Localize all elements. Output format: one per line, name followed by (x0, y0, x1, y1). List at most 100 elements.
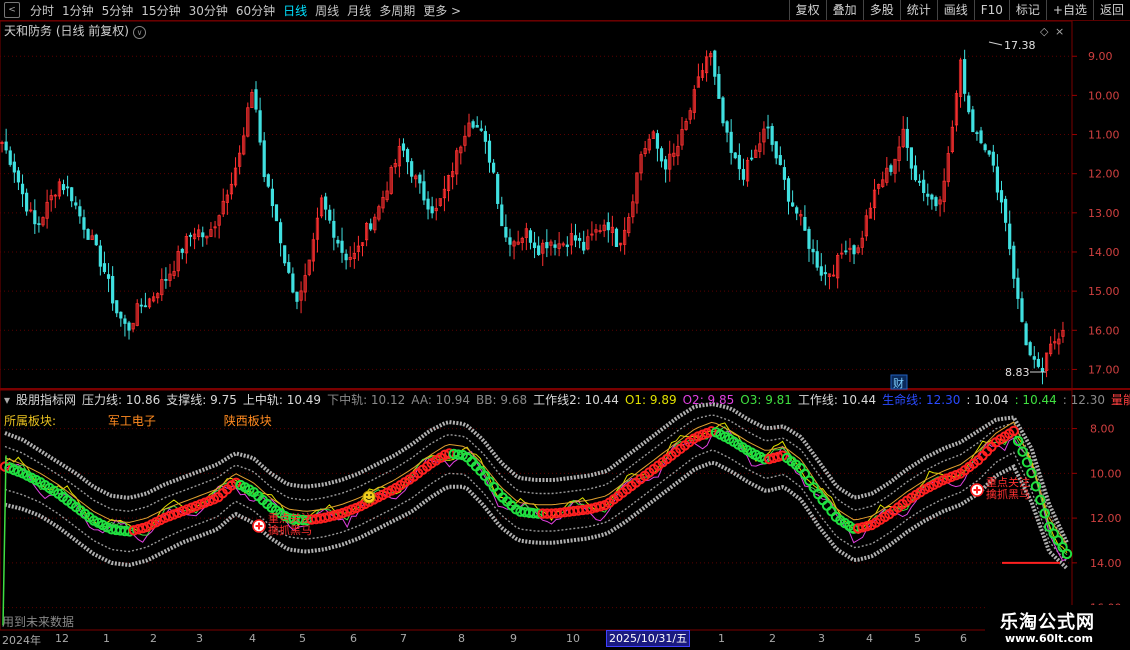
candle-body (369, 223, 373, 230)
candle-body (717, 73, 721, 99)
candle-body (528, 230, 533, 243)
indicator-tick-label: 12.00 (1090, 512, 1122, 525)
candle-body (1004, 198, 1008, 223)
report-event-tag: 财 (893, 376, 904, 390)
brand-url: www.60lt.com (1005, 632, 1094, 645)
candle-body (565, 244, 569, 247)
candle-body (655, 133, 660, 149)
candle-body (4, 141, 8, 151)
candle-body (496, 174, 500, 204)
candle-body (123, 318, 127, 324)
indicator-name[interactable]: 股朋指标网 (16, 393, 76, 407)
sector-shaanxi[interactable]: 陕西板块 (224, 414, 272, 428)
candle-body (410, 161, 414, 177)
date-label: 6 (350, 632, 357, 645)
price-tick-label: 17.00 (1088, 363, 1120, 376)
candle-body (987, 150, 991, 155)
candle-body (291, 273, 295, 293)
indicator-lines (0, 402, 1073, 626)
candle-body (344, 253, 348, 261)
date-label: 2 (150, 632, 157, 645)
candle-body (917, 180, 922, 183)
candle-body (70, 187, 74, 202)
dropdown-arrow-icon[interactable]: ▾ (4, 393, 10, 407)
signal-label: 擒抓黑马 (268, 523, 312, 537)
candle-body (274, 204, 279, 222)
indicator-value-3: 下中轨: 10.12 (327, 393, 406, 407)
candle-body (913, 165, 918, 181)
candle-body (283, 245, 287, 264)
price-y-axis: 17.00 16.00 15.00 14.00 13.00 12.00 11.00 10.00… (1072, 50, 1120, 376)
date-label: 1 (718, 632, 725, 645)
low-marker: 8.83 (1005, 366, 1046, 379)
candle-body (508, 237, 512, 245)
date-label: 1 (103, 632, 110, 645)
smiley-icon (362, 490, 376, 504)
chart-canvas[interactable]: 17.00 16.00 15.00 14.00 13.00 12.00 11.00 10.00… (0, 0, 1130, 650)
work-line-marker (1061, 548, 1073, 560)
price-candles (0, 49, 1065, 385)
candle-body (967, 95, 971, 113)
candle-body (545, 242, 549, 249)
candle-body (819, 266, 823, 276)
candle-body (119, 311, 123, 319)
candle-body (1040, 367, 1045, 372)
chevron-down-icon[interactable]: ∨ (133, 26, 146, 39)
date-axis: 2024年 12 1 2 3 4 5 6 7 8 9 10 1 2 3 4 5 6 2025/10/31/五 (0, 630, 1072, 647)
date-label: 8 (458, 632, 465, 645)
candle-body (33, 210, 37, 225)
report-event-marker[interactable]: 财 (890, 374, 908, 390)
candle-body (483, 131, 487, 142)
signal-label: 重点关注 (986, 475, 1030, 489)
candle-body (713, 50, 717, 77)
date-label: 12 (55, 632, 69, 645)
signal-label: 重点关注 (268, 511, 312, 525)
indicator-value-12: : 10.04 (966, 393, 1009, 407)
candle-body (537, 245, 541, 256)
candle-body (98, 245, 102, 267)
panel-control-icons: ◇ × (1040, 25, 1064, 38)
indicator-value-0: 压力线: 10.86 (82, 393, 161, 407)
candle-body (934, 197, 938, 207)
candle-body (991, 151, 995, 166)
candle-body (201, 232, 205, 238)
candle-body (8, 150, 12, 165)
candle-body (909, 147, 913, 169)
date-label: 5 (914, 632, 921, 645)
candle-body (782, 167, 787, 180)
indicator-value-4: AA: 10.94 (411, 393, 471, 407)
candle-body (74, 202, 78, 206)
candle-body (1036, 358, 1040, 367)
watermark-brand: 乐淘公式网 www.60lt.com (985, 605, 1130, 650)
indicator-values: 压力线: 10.86 支撑线: 9.75 上中轨: 10.49 下中轨: 10.12 A… (82, 393, 1130, 407)
date-label: 4 (249, 632, 256, 645)
candle-body (725, 121, 729, 133)
price-panel-frame (0, 20, 1073, 390)
indicator-tick-label: 14.00 (1090, 557, 1122, 570)
sector-military[interactable]: 军工电子 (108, 414, 156, 428)
candle-body (922, 179, 926, 193)
candle-body (422, 181, 426, 201)
indicator-value-2: 上中轨: 10.49 (242, 393, 322, 407)
candle-body (844, 250, 848, 253)
candle-body (573, 235, 578, 241)
date-label: 10 (566, 632, 580, 645)
price-tick-label: 12.00 (1088, 168, 1120, 181)
candle-body (811, 248, 815, 253)
price-tick-label: 15.00 (1088, 285, 1120, 298)
candle-body (770, 126, 774, 145)
candle-body (823, 272, 827, 275)
candle-body (905, 128, 909, 148)
diamond-icon[interactable]: ◇ (1040, 25, 1049, 38)
candle-body (82, 217, 86, 230)
candle-body (262, 140, 266, 178)
price-panel-title: 天和防务 (日线 前复权) ∨ (4, 22, 146, 39)
date-label: 4 (866, 632, 873, 645)
candle-body (1028, 342, 1032, 356)
close-icon[interactable]: × (1055, 25, 1064, 38)
indicator-value-10: 工作线: 10.44 (797, 393, 877, 407)
price-tick-label: 9.00 (1088, 50, 1113, 63)
candle-body (926, 193, 930, 197)
candle-body (405, 149, 410, 163)
candle-body (164, 279, 168, 281)
